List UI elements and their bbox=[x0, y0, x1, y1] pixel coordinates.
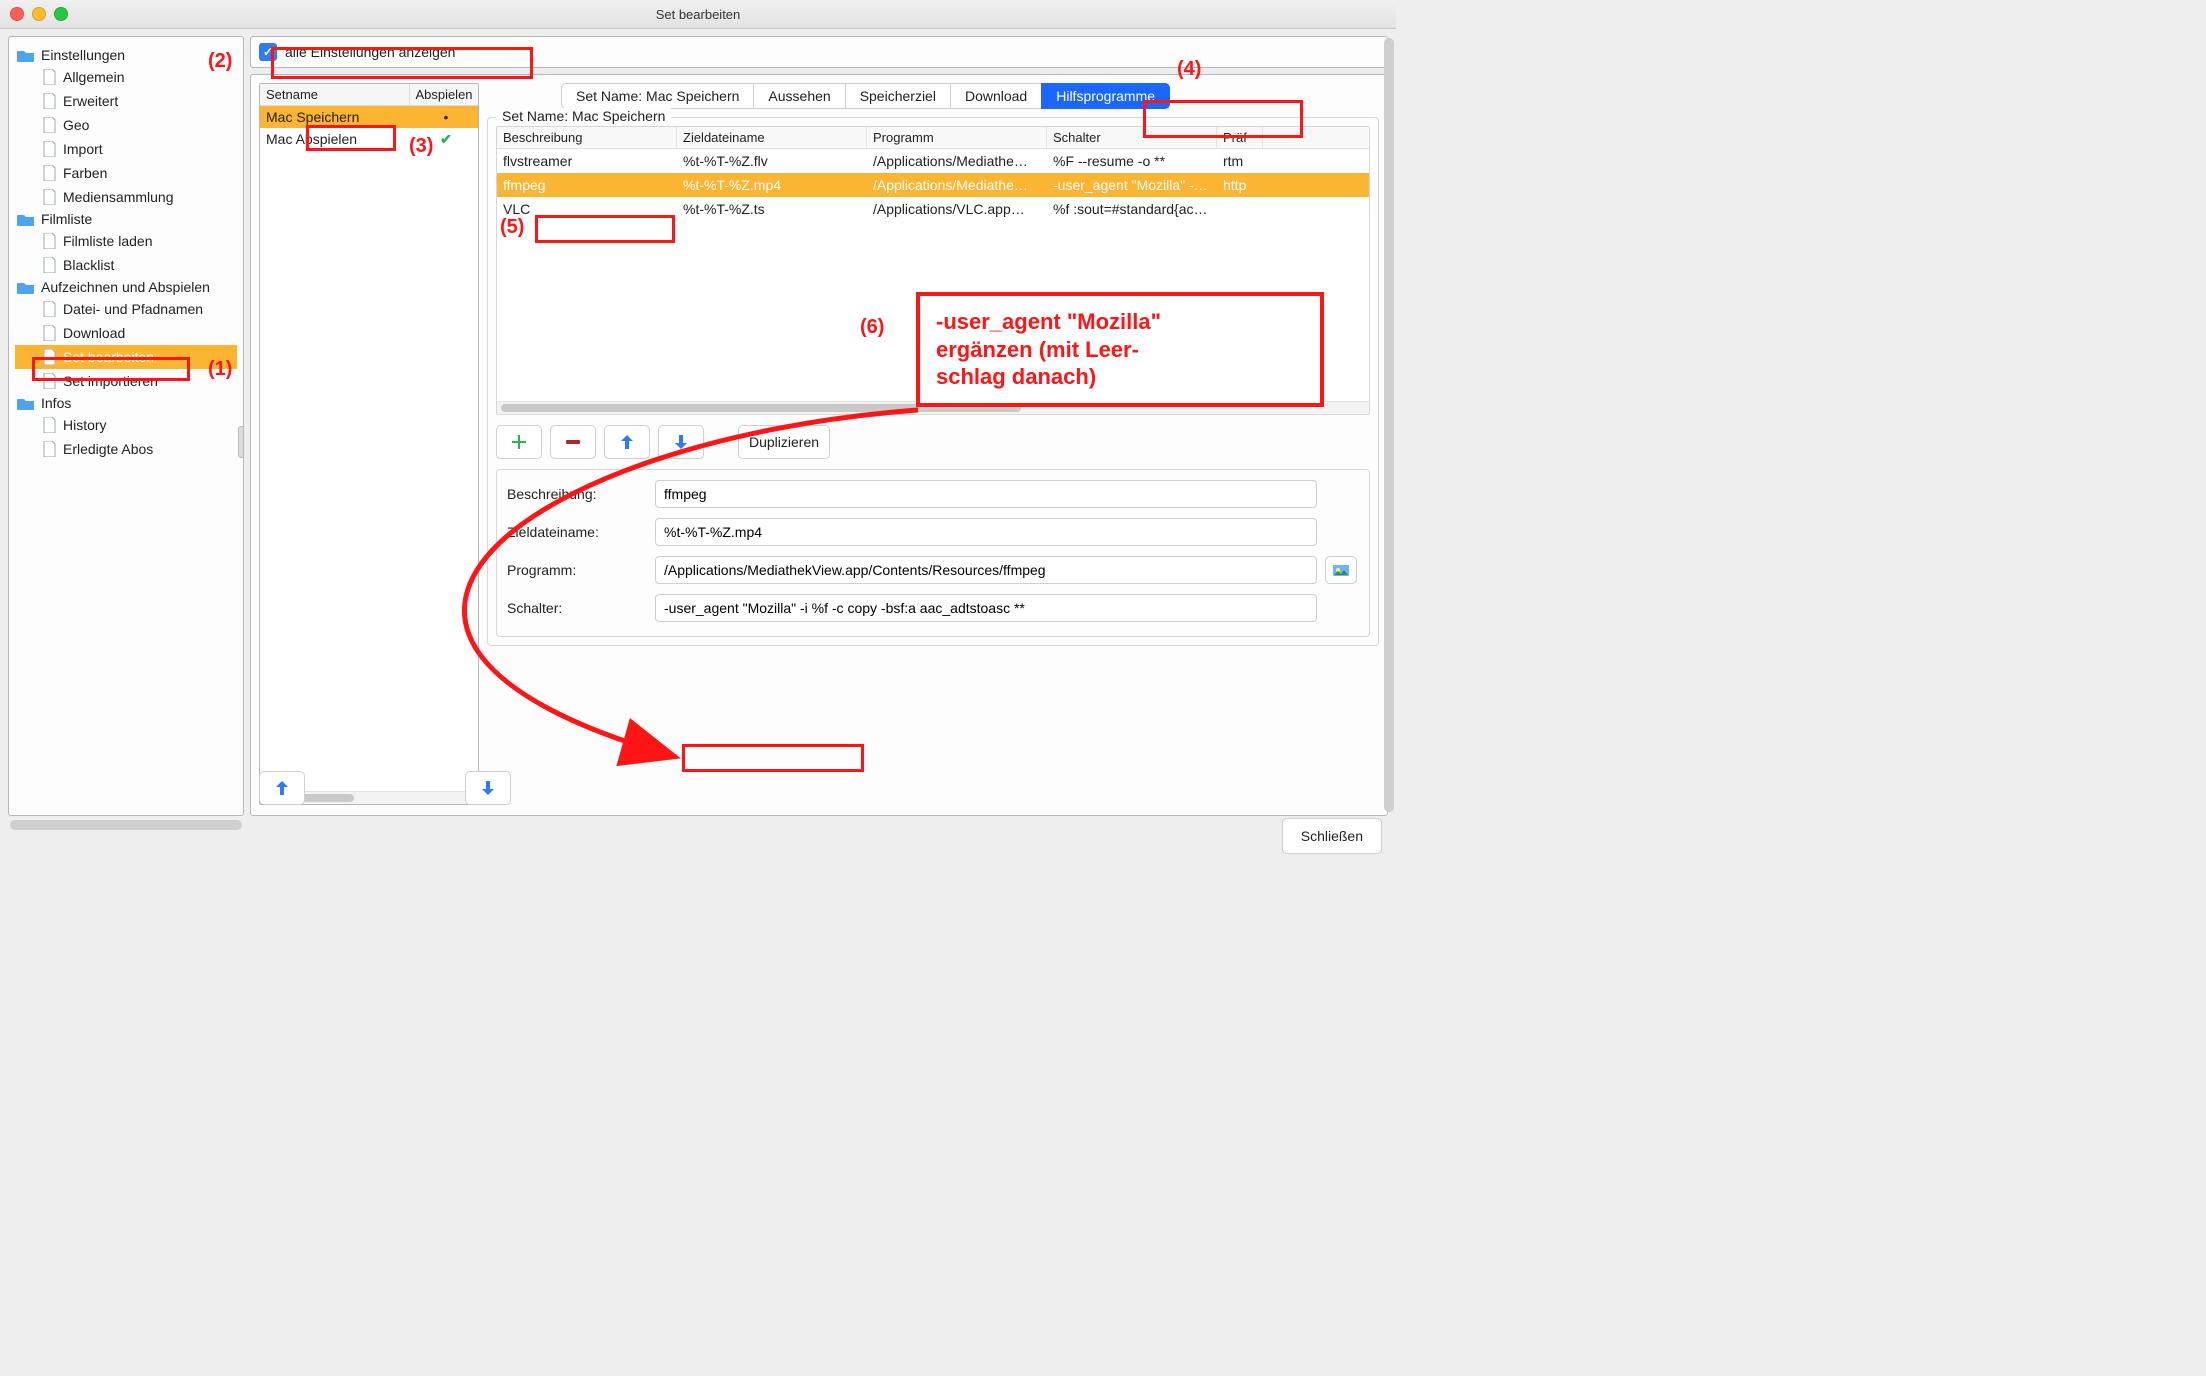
form-label-schalter: Schalter: bbox=[507, 600, 647, 616]
progtable-col-programm[interactable]: Programm bbox=[867, 127, 1047, 148]
browse-program-button[interactable] bbox=[1325, 556, 1357, 584]
tab-download[interactable]: Download bbox=[950, 83, 1042, 109]
sidebar-outer-scrollbar[interactable] bbox=[10, 820, 242, 830]
settings-sidebar: Einstellungen Allgemein Erweitert Geo Im… bbox=[8, 36, 244, 816]
setlist-move-up-button[interactable] bbox=[259, 771, 305, 805]
tab-speicherziel[interactable]: Speicherziel bbox=[845, 83, 951, 109]
form-input-beschreibung[interactable] bbox=[655, 480, 1317, 508]
form-input-programm[interactable] bbox=[655, 556, 1317, 584]
sidebar-resize-handle[interactable] bbox=[238, 426, 244, 458]
sidebar-item-datei-pfadnamen[interactable]: Datei- und Pfadnamen bbox=[15, 297, 237, 321]
sidebar-item-set-importieren[interactable]: Set importieren bbox=[15, 369, 237, 393]
right-vertical-scrollbar[interactable] bbox=[1384, 38, 1394, 812]
progtable-col-praef[interactable]: Präf bbox=[1217, 127, 1263, 148]
sidebar-item-filmliste-laden[interactable]: Filmliste laden bbox=[15, 229, 237, 253]
program-form: Beschreibung: Zieldateiname: Programm: bbox=[496, 469, 1370, 637]
remove-program-button[interactable] bbox=[550, 425, 596, 459]
show-all-settings-bar: alle Einstellungen anzeigen bbox=[250, 36, 1388, 68]
form-label-programm: Programm: bbox=[507, 562, 647, 578]
checkmark-icon: ✔ bbox=[440, 131, 452, 147]
form-label-zieldateiname: Zieldateiname: bbox=[507, 524, 647, 540]
sidebar-item-history[interactable]: History bbox=[15, 413, 237, 437]
duplicate-button[interactable]: Duplizieren bbox=[738, 425, 830, 459]
show-all-settings-label: alle Einstellungen anzeigen bbox=[285, 44, 455, 60]
sidebar-item-farben[interactable]: Farben bbox=[15, 161, 237, 185]
progtable-col-schalter[interactable]: Schalter bbox=[1047, 127, 1217, 148]
move-up-button[interactable] bbox=[604, 425, 650, 459]
progtable-row[interactable]: flvstreamer %t-%T-%Z.flv /Applications/M… bbox=[497, 149, 1369, 173]
setlist-row[interactable]: Mac Abspielen ✔ bbox=[260, 128, 478, 150]
setlist-move-down-button[interactable] bbox=[465, 771, 511, 805]
tab-hilfsprogramme[interactable]: Hilfsprogramme bbox=[1041, 83, 1170, 109]
window-title: Set bearbeiten bbox=[0, 7, 1396, 22]
sidebar-item-geo[interactable]: Geo bbox=[15, 113, 237, 137]
setlist-col-abspielen[interactable]: Abspielen bbox=[410, 84, 478, 105]
sidebar-item-download[interactable]: Download bbox=[15, 321, 237, 345]
show-all-settings-checkbox[interactable] bbox=[259, 43, 277, 61]
setlist-col-setname[interactable]: Setname bbox=[260, 84, 410, 105]
progtable-row[interactable]: VLC %t-%T-%Z.ts /Applications/VLC.app… %… bbox=[497, 197, 1369, 221]
progtable-col-beschreibung[interactable]: Beschreibung bbox=[497, 127, 677, 148]
sidebar-item-erweitert[interactable]: Erweitert bbox=[15, 89, 237, 113]
sidebar-group-filmliste[interactable]: Filmliste bbox=[15, 209, 237, 229]
tab-setname[interactable]: Set Name: Mac Speichern bbox=[561, 83, 754, 109]
sidebar-group-aufzeichnen[interactable]: Aufzeichnen und Abspielen bbox=[15, 277, 237, 297]
sidebar-item-mediensammlung[interactable]: Mediensammlung bbox=[15, 185, 237, 209]
sidebar-item-erledigte-abos[interactable]: Erledigte Abos bbox=[15, 437, 237, 461]
programs-group: Set Name: Mac Speichern Beschreibung Zie… bbox=[487, 117, 1379, 646]
sidebar-group-infos[interactable]: Infos bbox=[15, 393, 237, 413]
sidebar-group-label: Einstellungen bbox=[41, 47, 125, 63]
sidebar-item-import[interactable]: Import bbox=[15, 137, 237, 161]
add-program-button[interactable] bbox=[496, 425, 542, 459]
window-titlebar: Set bearbeiten bbox=[0, 0, 1396, 29]
form-input-schalter[interactable] bbox=[655, 594, 1317, 622]
sidebar-group-einstellungen[interactable]: Einstellungen bbox=[15, 45, 237, 65]
tab-bar: Set Name: Mac Speichern Aussehen Speiche… bbox=[561, 83, 1379, 109]
move-down-button[interactable] bbox=[658, 425, 704, 459]
progtable-scrollbar[interactable] bbox=[497, 401, 1369, 414]
tab-aussehen[interactable]: Aussehen bbox=[753, 83, 845, 109]
set-list: Setname Abspielen Mac Speichern • Mac Ab… bbox=[259, 83, 479, 805]
setlist-row[interactable]: Mac Speichern • bbox=[260, 106, 478, 128]
sidebar-item-set-bearbeiten[interactable]: Set bearbeiten bbox=[15, 345, 237, 369]
form-input-zieldateiname[interactable] bbox=[655, 518, 1317, 546]
sidebar-item-blacklist[interactable]: Blacklist bbox=[15, 253, 237, 277]
close-button[interactable]: Schließen bbox=[1282, 818, 1382, 854]
programs-group-title: Set Name: Mac Speichern bbox=[496, 108, 671, 124]
progtable-col-zieldateiname[interactable]: Zieldateiname bbox=[677, 127, 867, 148]
form-label-beschreibung: Beschreibung: bbox=[507, 486, 647, 502]
progtable-row[interactable]: ffmpeg %t-%T-%Z.mp4 /Applications/Mediat… bbox=[497, 173, 1369, 197]
workarea-panel: Setname Abspielen Mac Speichern • Mac Ab… bbox=[250, 74, 1388, 816]
sidebar-item-allgemein[interactable]: Allgemein bbox=[15, 65, 237, 89]
programs-table: Beschreibung Zieldateiname Programm Scha… bbox=[496, 126, 1370, 415]
